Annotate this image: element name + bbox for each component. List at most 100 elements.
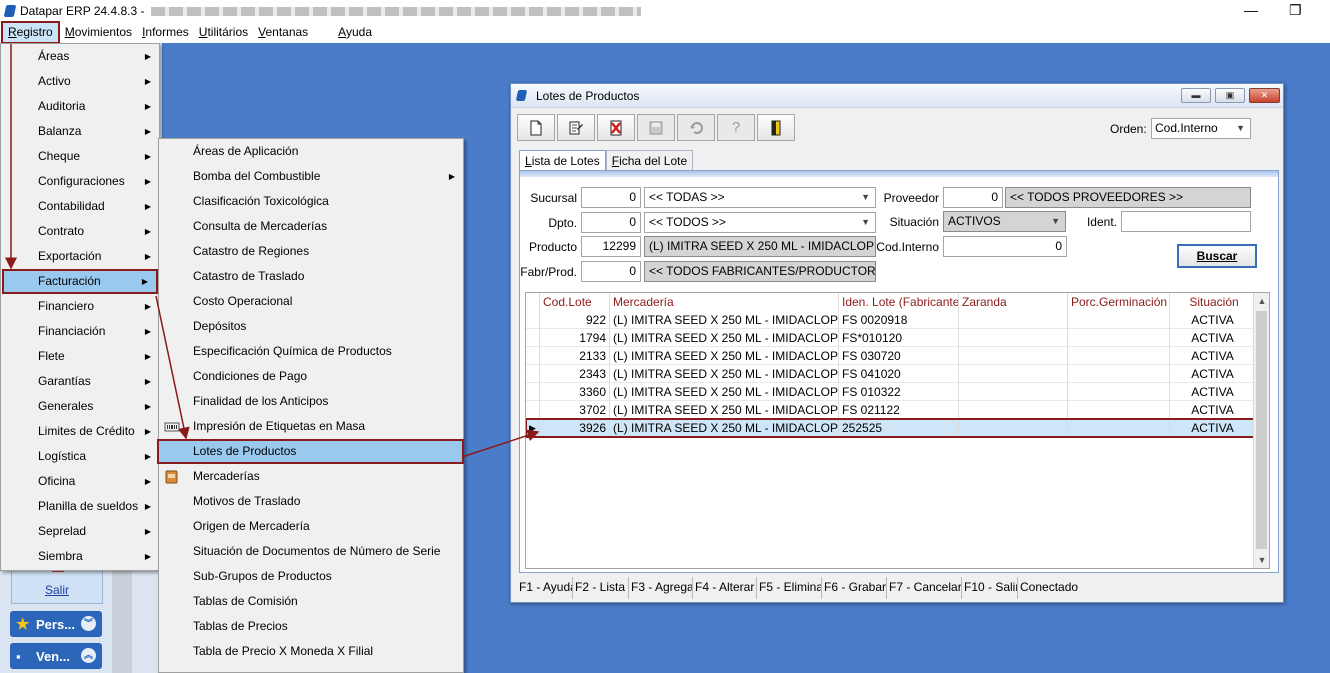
fact-item-sub-grupos[interactable]: Sub-Grupos de Productos [159,564,463,589]
registro-item-facturacion[interactable]: Facturación ▶ [2,269,158,294]
col-iden-lote[interactable]: Iden. Lote (Fabricante) [839,293,959,311]
registro-item-contrato[interactable]: Contrato ▶ [1,219,159,244]
fact-item-clasificacion-toxicologica[interactable]: Clasificación Toxicológica [159,189,463,214]
fact-item-depositos[interactable]: Depósitos [159,314,463,339]
registro-item-financiacion[interactable]: Financiación ▶ [1,319,159,344]
registro-item-areas[interactable]: Áreas ▶ [1,44,159,69]
status-f3-agregar[interactable]: F3 - Agregar [629,577,693,599]
menu-informes[interactable]: Informes [137,23,194,42]
sucursal-code-input[interactable]: 0 [581,187,641,208]
menu-ventanas[interactable]: Ventanas [253,23,313,42]
grid-vertical-scrollbar[interactable]: ▲ ▼ [1253,293,1269,568]
col-situacion[interactable]: Situación [1170,293,1256,311]
scroll-thumb[interactable] [1256,311,1267,549]
fact-item-motivos-traslado[interactable]: Motivos de Traslado [159,489,463,514]
fact-item-catastro-regiones[interactable]: Catastro de Regiones [159,239,463,264]
menu-registro[interactable]: Registro [1,21,60,44]
save-button[interactable] [637,114,675,141]
dpto-select[interactable]: << TODOS >> ▼ [644,212,876,233]
fact-item-impresion-etiquetas[interactable]: Impresión de Etiquetas en Masa [159,414,463,439]
fact-item-lotes-productos[interactable]: Lotes de Productos [157,439,464,464]
chevron-down-icon[interactable]: ︾ [81,616,96,631]
menu-ayuda[interactable]: Ayuda [333,23,377,42]
fact-item-finalidad-anticipos[interactable]: Finalidad de los Anticipos [159,389,463,414]
table-row[interactable]: 2343 (L) IMITRA SEED X 250 ML - IMIDACLO… [526,365,1256,383]
registro-item-planilla-sueldos[interactable]: Planilla de sueldos ▶ [1,494,159,519]
orden-select[interactable]: Cod.Interno ▼ [1151,118,1251,139]
fact-item-especificacion-quimica[interactable]: Especificación Química de Productos [159,339,463,364]
tab-ficha-lote[interactable]: Ficha del Lote [605,150,694,171]
proveedor-code-input[interactable]: 0 [943,187,1003,208]
registro-item-generales[interactable]: Generales ▶ [1,394,159,419]
fabr-code-input[interactable]: 0 [581,261,641,282]
delete-button[interactable] [597,114,635,141]
table-row[interactable]: 2133 (L) IMITRA SEED X 250 ML - IMIDACLO… [526,347,1256,365]
col-cod-lote[interactable]: Cod.Lote [540,293,610,311]
dpto-code-input[interactable]: 0 [581,212,641,233]
tab-lista-lotes[interactable]: Lista de Lotes [519,150,606,171]
registro-item-limites-credito[interactable]: Limites de Crédito ▶ [1,419,159,444]
fact-item-mercaderias[interactable]: Mercaderías [159,464,463,489]
producto-code-input[interactable]: 12299 [581,236,641,257]
table-row[interactable]: 3360 (L) IMITRA SEED X 250 ML - IMIDACLO… [526,383,1256,401]
menu-movimientos[interactable]: Movimientos [60,23,137,42]
fact-item-condiciones-pago[interactable]: Condiciones de Pago [159,364,463,389]
fact-item-consulta-mercaderias[interactable]: Consulta de Mercaderías [159,214,463,239]
fact-item-tablas-precios[interactable]: Tablas de Precios [159,614,463,639]
registro-item-siembra[interactable]: Siembra ▶ [1,544,159,569]
registro-item-exportacion[interactable]: Exportación ▶ [1,244,159,269]
chevron-up-icon[interactable]: ︽ [81,648,96,663]
cancel-button[interactable] [677,114,715,141]
registro-item-garantias[interactable]: Garantías ▶ [1,369,159,394]
new-button[interactable] [517,114,555,141]
table-row[interactable]: 3702 (L) IMITRA SEED X 250 ML - IMIDACLO… [526,401,1256,419]
fact-item-tabla-precio-moneda[interactable]: Tabla de Precio X Moneda X Filial [159,639,463,664]
fact-item-areas-aplicacion[interactable]: Áreas de Aplicación [159,139,463,164]
salir-button[interactable]: Salir [11,566,103,604]
exit-button[interactable] [757,114,795,141]
status-f7-cancelar[interactable]: F7 - Cancelar [887,577,962,599]
table-row[interactable]: 1794 (L) IMITRA SEED X 250 ML - IMIDACLO… [526,329,1256,347]
nav-group-personas[interactable]: ★ Pers... ︾ [10,611,102,637]
situacion-select[interactable]: ACTIVOS ▼ [943,211,1066,232]
window-minimize-button[interactable]: ▬ [1181,88,1211,103]
col-zaranda[interactable]: Zaranda [959,293,1068,311]
status-f1-ayuda[interactable]: F1 - Ayuda [517,577,573,599]
menu-utilitarios[interactable]: Utilitários [194,23,253,42]
registro-item-flete[interactable]: Flete ▶ [1,344,159,369]
col-porc-germinacion[interactable]: Porc.Germinación [1068,293,1170,311]
status-f6-grabar[interactable]: F6 - Grabar [822,577,887,599]
status-f2-lista[interactable]: F2 - Lista [573,577,629,599]
codinterno-input[interactable]: 0 [943,236,1067,257]
registro-item-seprelad[interactable]: Seprelad ▶ [1,519,159,544]
col-mercaderia[interactable]: Mercadería [610,293,839,311]
registro-item-financiero[interactable]: Financiero ▶ [1,294,159,319]
registro-item-balanza[interactable]: Balanza ▶ [1,119,159,144]
window-close-button[interactable]: ✕ [1249,88,1280,103]
edit-button[interactable] [557,114,595,141]
registro-item-oficina[interactable]: Oficina ▶ [1,469,159,494]
fact-item-tablas-comision[interactable]: Tablas de Comisión [159,589,463,614]
fact-item-costo-operacional[interactable]: Costo Operacional [159,289,463,314]
registro-item-cheque[interactable]: Cheque ▶ [1,144,159,169]
buscar-button[interactable]: Buscar [1177,244,1257,268]
registro-item-activo[interactable]: Activo ▶ [1,69,159,94]
restore-icon[interactable]: ❐ [1289,2,1302,19]
minimize-icon[interactable]: — [1244,2,1258,18]
sucursal-select[interactable]: << TODAS >> ▼ [644,187,876,208]
scroll-up-icon[interactable]: ▲ [1254,293,1269,309]
status-f5-eliminar[interactable]: F5 - Eliminar [757,577,822,599]
registro-item-configuraciones[interactable]: Configuraciones ▶ [1,169,159,194]
fact-item-origen-mercaderia[interactable]: Origen de Mercadería [159,514,463,539]
ident-input[interactable] [1121,211,1251,232]
table-row[interactable]: 922 (L) IMITRA SEED X 250 ML - IMIDACLOP… [526,311,1256,329]
registro-item-logistica[interactable]: Logística ▶ [1,444,159,469]
status-f10-salir[interactable]: F10 - Salir [962,577,1018,599]
nav-group-ventas[interactable]: ▪ Ven... ︽ [10,643,102,669]
registro-item-auditoria[interactable]: Auditoria ▶ [1,94,159,119]
status-f4-alterar[interactable]: F4 - Alterar [693,577,757,599]
registro-item-contabilidad[interactable]: Contabilidad ▶ [1,194,159,219]
help-button[interactable]: ? [717,114,755,141]
scroll-down-icon[interactable]: ▼ [1254,552,1269,568]
fact-item-catastro-traslado[interactable]: Catastro de Traslado [159,264,463,289]
